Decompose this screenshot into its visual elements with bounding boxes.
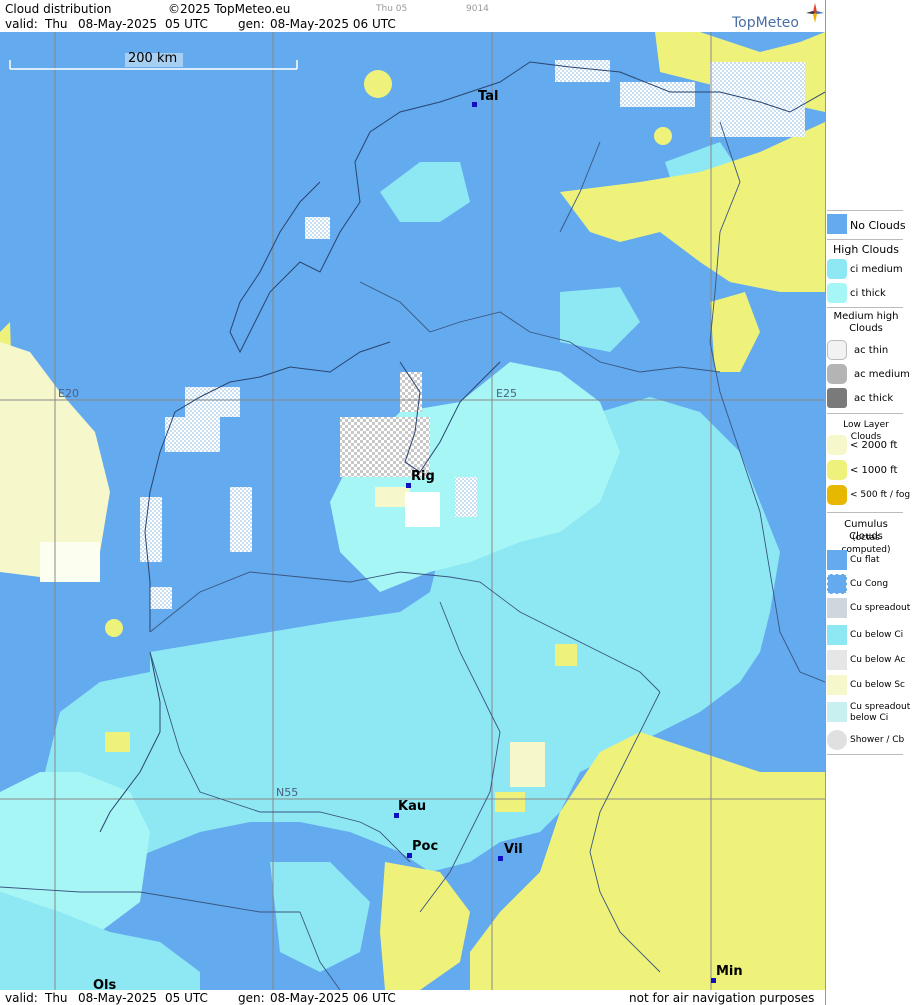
timestamp-small: Thu 05 (376, 4, 408, 14)
swatch-cu-below-ac (827, 650, 847, 670)
label-cu-below-ac: Cu below Ac (850, 655, 906, 665)
city-marker-icon (472, 102, 477, 107)
valid-label: valid: (5, 17, 38, 31)
footer-gen-value: 08-May-2025 06 UTC (270, 991, 396, 1005)
swatch-cu-flat (827, 550, 847, 570)
low-1000-spot-6 (495, 792, 525, 812)
copyright: ©2025 TopMeteo.eu (168, 2, 291, 16)
footer: valid: Thu 08-May-2025 05 UTC gen: 08-Ma… (0, 990, 825, 1005)
header: Cloud distribution ©2025 TopMeteo.eu Thu… (0, 0, 825, 32)
cu-flat-patch-6 (620, 82, 695, 107)
label-line2: below Ci (850, 713, 889, 723)
map-title: Cloud distribution (5, 2, 112, 16)
low-1000-spot-5 (105, 732, 130, 752)
label-cu-below-sc: Cu below Sc (850, 680, 905, 690)
swatch-ac-thin (827, 340, 847, 360)
grid-label-e25: E25 (496, 387, 517, 400)
cu-flat-patch-1 (185, 387, 240, 417)
swatch-cu-cong (827, 574, 847, 594)
city-label: Kau (398, 799, 427, 814)
compass-logo-icon (806, 3, 824, 23)
swatch-ci-medium (827, 259, 847, 279)
swatch-cu-spreadout (827, 598, 847, 618)
low-2000-patch-center (510, 742, 545, 787)
gen-label: gen: (238, 17, 265, 31)
swatch-cu-below-ci (827, 625, 847, 645)
swatch-low-2000 (827, 435, 847, 455)
label-ci-thick: ci thick (850, 288, 886, 299)
low-2000-patch-riga (375, 487, 410, 507)
legend-panel: No Clouds High Clouds ci medium ci thick… (825, 0, 916, 1005)
label-low-2000: < 2000 ft (850, 440, 898, 451)
valid-time: 05 UTC (165, 17, 208, 31)
shower-cb-icon (827, 730, 847, 750)
city-label: Vil (504, 842, 523, 857)
cu-flat-patch-3 (140, 497, 162, 562)
label-low-1000: < 1000 ft (850, 465, 898, 476)
label-line1: Cu spreadout (850, 702, 911, 712)
label-ac-thin: ac thin (854, 345, 889, 356)
footer-valid-date: 08-May-2025 (78, 991, 158, 1005)
city-label: Min (716, 964, 743, 979)
clear-patch-riga (405, 492, 440, 527)
city-label: Rig (411, 469, 435, 484)
low-1000-spot-3 (105, 619, 123, 637)
footer-valid-time: 05 UTC (165, 991, 208, 1005)
cu-flat-patch-4 (230, 487, 252, 552)
legend-high-clouds-title: High Clouds (833, 243, 899, 256)
label-ci-medium: ci medium (850, 264, 903, 275)
low-1000-spot-4 (555, 644, 577, 666)
code-small: 9014 (466, 4, 489, 14)
swatch-ci-thick (827, 283, 847, 303)
footer-valid-day: Thu (45, 991, 68, 1005)
city-label: Tal (478, 89, 499, 104)
cu-below-ac-patch-riga (340, 417, 430, 477)
grid-label-e20: E20 (58, 387, 79, 400)
swatch-ac-thick (827, 388, 847, 408)
cloud-map: 200 km E20 E25 N55 Tal Rig Kau Poc Vil M… (0, 32, 826, 993)
label-low-500: < 500 ft / fog (850, 490, 911, 500)
low-1000-spot-1 (364, 70, 392, 98)
label-ac-medium: ac medium (854, 369, 910, 380)
cu-flat-patch-8 (710, 62, 805, 137)
city-label: Poc (412, 839, 439, 854)
label-ac-thick: ac thick (854, 393, 894, 404)
swatch-cu-below-sc (827, 675, 847, 695)
medium-title-line1: Medium high (833, 311, 899, 322)
label-cu-flat: Cu flat (850, 555, 880, 565)
disclaimer: not for air navigation purposes (629, 991, 815, 1005)
scale-label: 200 km (128, 51, 178, 66)
label-cu-spreadout-below-ci: Cu spreadout below Ci (850, 702, 910, 724)
label-no-clouds: No Clouds (850, 219, 906, 232)
medium-title-line2: Clouds (849, 323, 883, 334)
cu-flat-patch-7 (555, 60, 610, 82)
footer-gen-label: gen: (238, 991, 265, 1005)
low-2000-patch-w (40, 542, 100, 582)
logo-text: TopMeteo (732, 15, 799, 31)
footer-valid-label: valid: (5, 991, 38, 1005)
cu-flat-patch-5 (305, 217, 330, 239)
label-cu-below-ci: Cu below Ci (850, 630, 904, 640)
gen-value: 08-May-2025 06 UTC (270, 17, 396, 31)
label-cu-spreadout: Cu spreadout (850, 603, 911, 613)
swatch-low-1000 (827, 460, 847, 480)
low-1000-spot-2 (654, 127, 672, 145)
cu-flat-patch-2 (165, 417, 220, 452)
label-shower-cb: Shower / Cb (850, 735, 905, 745)
swatch-low-500 (827, 485, 847, 505)
swatch-cu-spreadout-below-ci (827, 702, 847, 722)
label-cu-cong: Cu Cong (850, 579, 889, 589)
cu-flat-patch-9 (455, 477, 477, 517)
grid-label-n55: N55 (276, 786, 299, 799)
swatch-no-clouds (827, 214, 847, 234)
valid-date: 08-May-2025 (78, 17, 158, 31)
legend-medium-title: Medium high Clouds (828, 311, 904, 335)
valid-day: Thu (45, 17, 68, 31)
city-marker-icon (498, 856, 503, 861)
cu-flat-patch-10 (150, 587, 172, 609)
swatch-ac-medium (827, 364, 847, 384)
